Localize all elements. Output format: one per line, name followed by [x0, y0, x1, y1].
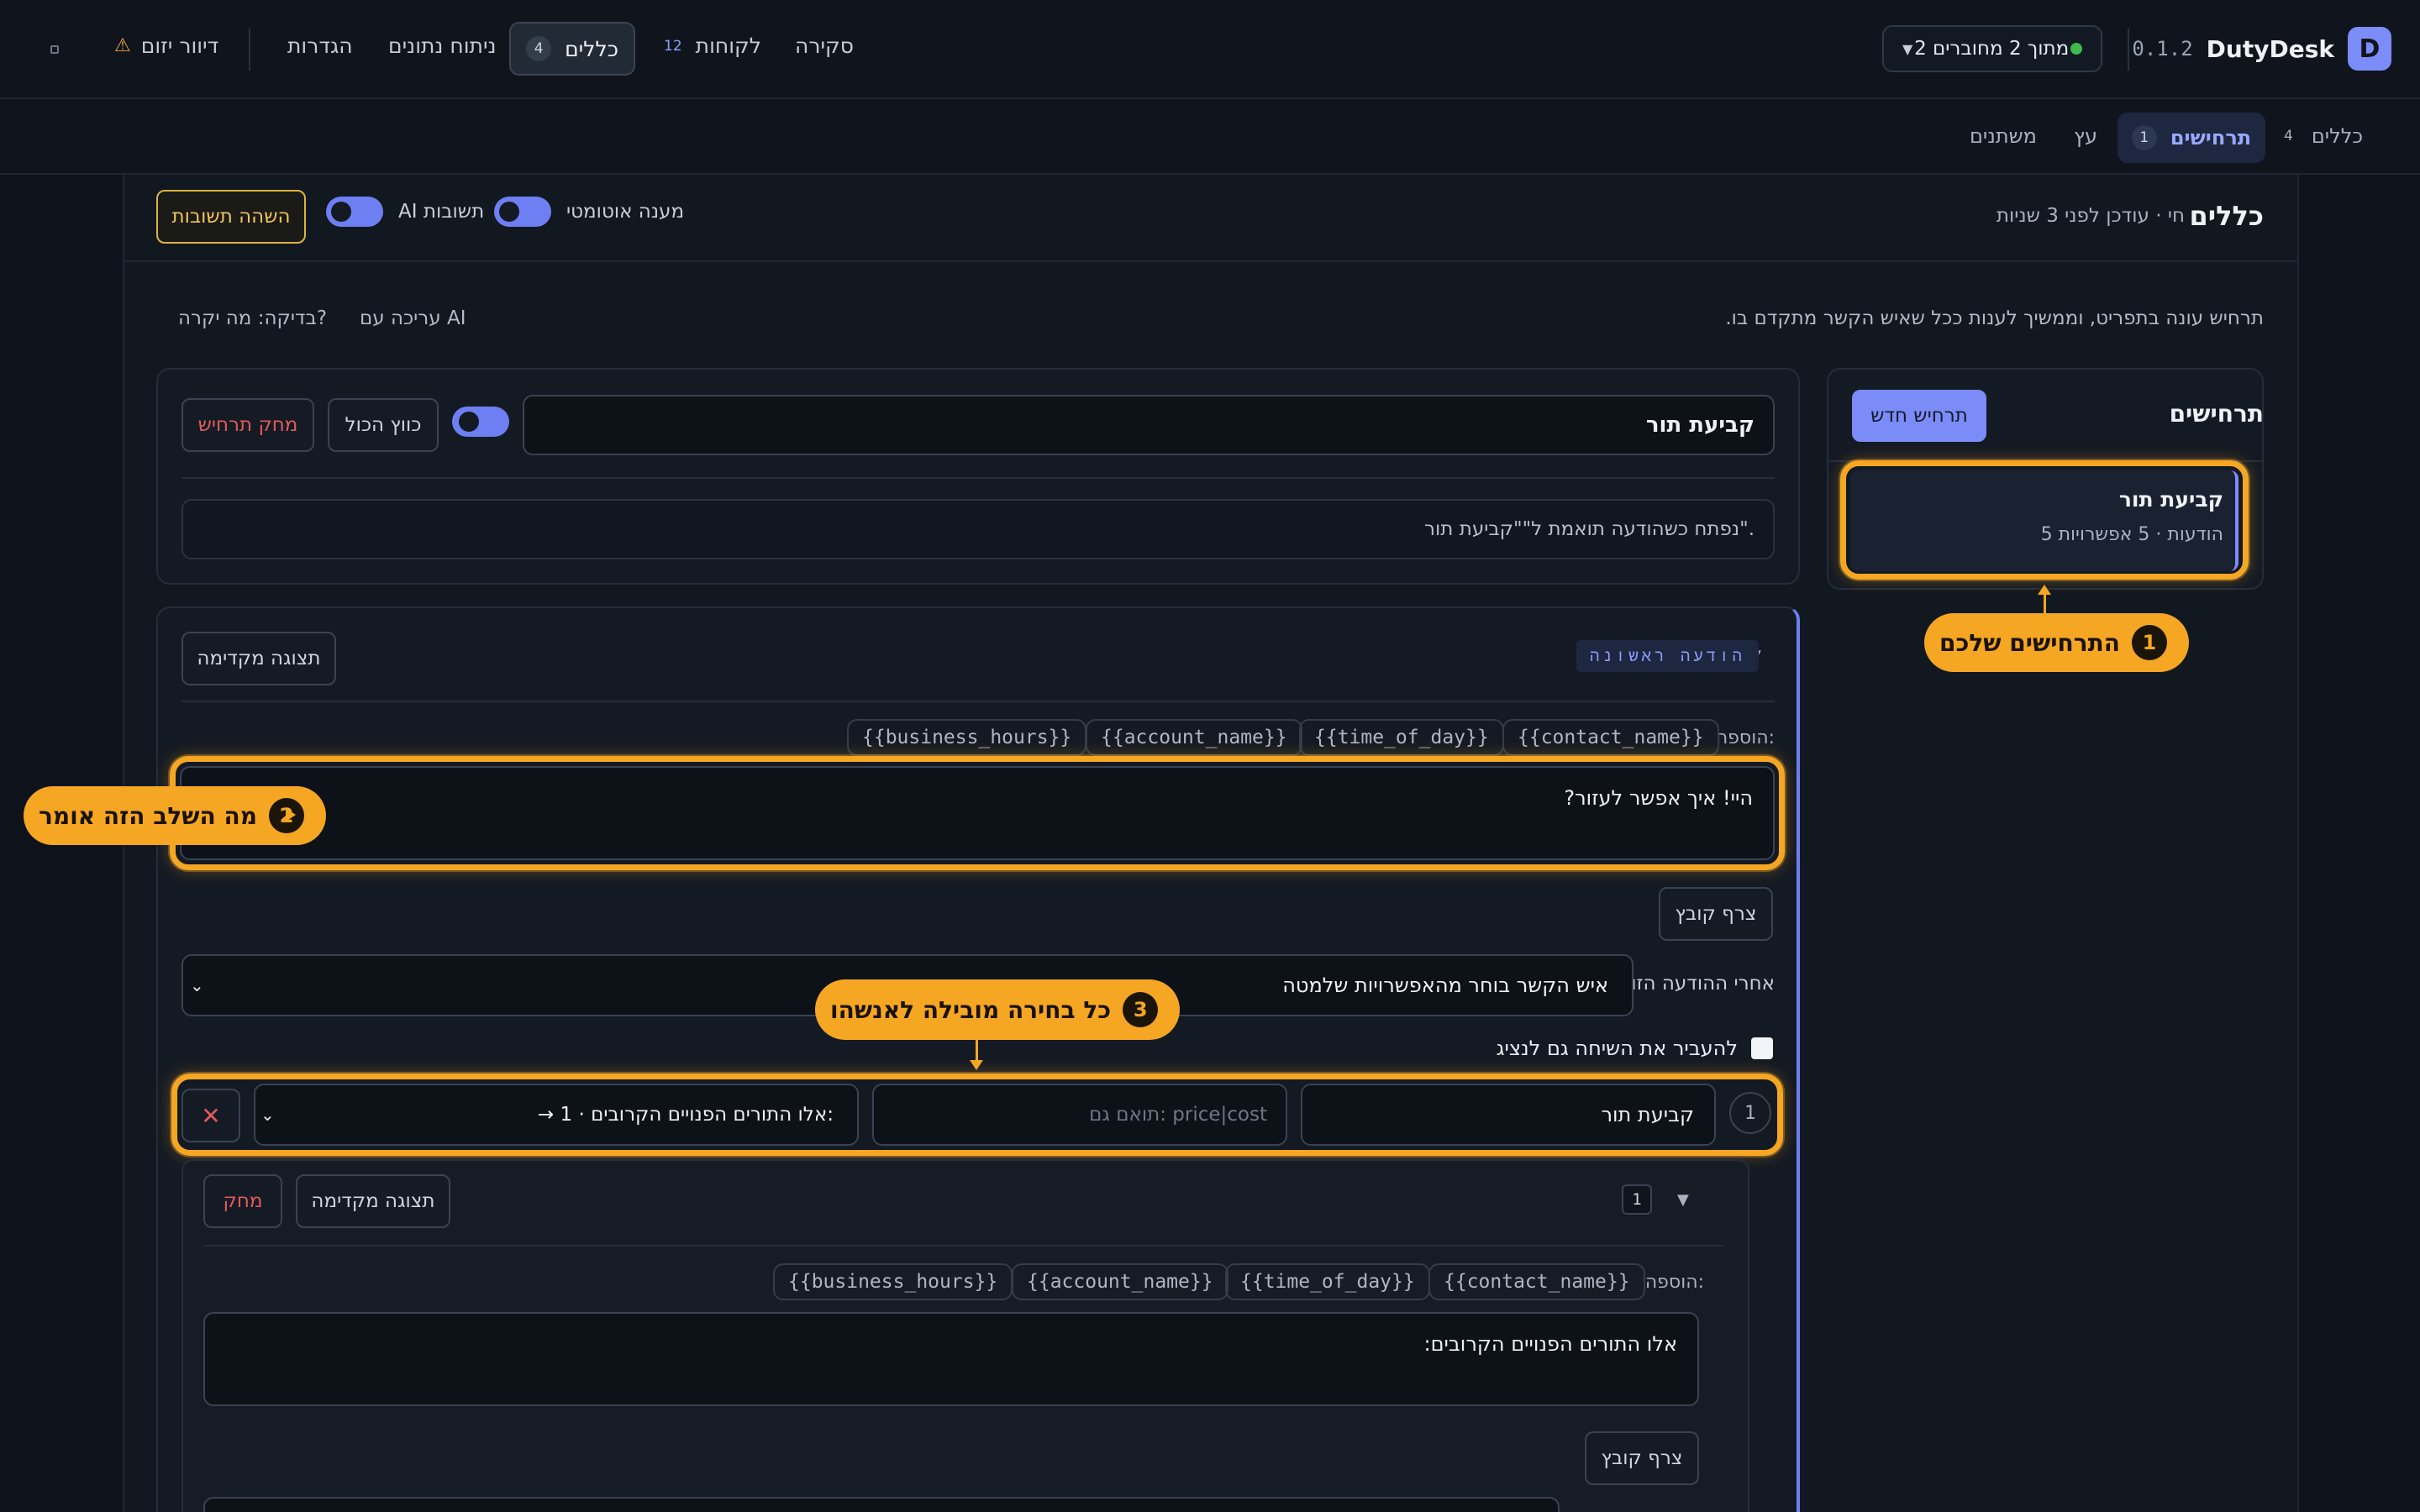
version-label: 0.1.2 [2132, 37, 2193, 60]
panel-header-divider [123, 260, 2299, 262]
step-message-textarea[interactable]: אלו התורים הפנויים הקרובים: [203, 1312, 1699, 1406]
step-attach-file-button[interactable]: צרף קובץ [1585, 1431, 1699, 1485]
window-icon[interactable] [50, 45, 59, 54]
card-divider [182, 701, 1775, 702]
connection-selector[interactable]: ▼ 2 מתוך 2 מחוברים [1882, 25, 2102, 72]
tab-label: כללים [2311, 124, 2364, 148]
scenario-active-toggle[interactable] [452, 407, 509, 437]
transfer-checkbox[interactable] [1751, 1037, 1773, 1059]
auto-reply-label: מענה אוטומטי [566, 201, 685, 223]
variable-chip-time-of-day[interactable]: {{time_of_day}} [1299, 719, 1504, 756]
brand[interactable]: 0.1.2 DutyDesk D [2132, 27, 2391, 71]
step-insert-label: הוספה: [1644, 1272, 1704, 1293]
tab-label: תרחישים [2170, 126, 2252, 150]
delete-scenario-button[interactable]: מחק תרחיש [182, 398, 314, 452]
nav-label: כללים [565, 36, 618, 61]
collapse-icon[interactable]: ▼ [1677, 1191, 1689, 1209]
variable-chip-contact-name[interactable]: {{contact_name}} [1428, 1263, 1645, 1300]
nav-label: דיוור יזום [140, 34, 219, 58]
count-badge: 1 [2131, 125, 2157, 150]
auto-reply-toggle[interactable] [494, 197, 551, 227]
count-badge: 12 [664, 37, 682, 55]
variable-chip-business-hours[interactable]: {{business_hours}} [773, 1263, 1013, 1300]
callout-number: 1 [2131, 625, 2167, 660]
step-divider [203, 1245, 1724, 1247]
variable-chip-account-name[interactable]: {{account_name}} [1012, 1263, 1228, 1300]
first-message-tag: הודעה ראשונה [1576, 640, 1759, 672]
nav-label: לקוחות [695, 34, 761, 58]
transfer-label: להעביר את השיחה גם לנציג [1496, 1037, 1738, 1060]
divider [249, 29, 250, 71]
divider [2128, 29, 2129, 71]
nav-item-overview[interactable]: סקירה [795, 34, 854, 58]
after-select-value: איש הקשר בוחר מהאפשרויות שלמטה [1282, 974, 1608, 997]
after-message-label: אחרי ההודעה הזו [1631, 973, 1775, 995]
insert-label: הוספה: [1715, 727, 1775, 748]
variable-chip-contact-name[interactable]: {{contact_name}} [1502, 719, 1719, 756]
new-scenario-button[interactable]: תרחיש חדש [1852, 390, 1986, 442]
transfer-to-agent-row[interactable]: להעביר את השיחה גם לנציג [1497, 1037, 1773, 1060]
connection-label: 2 מתוך 2 מחוברים [1914, 38, 2070, 60]
panel-description: תרחיש עונה בתפריט, וממשיך לענות ככל שאיש… [1725, 307, 2264, 329]
brand-name: DutyDesk [2206, 34, 2334, 63]
count-badge: 4 [2284, 128, 2293, 144]
page-title: כללים [2189, 200, 2264, 232]
tab-tree[interactable]: עץ [2074, 124, 2097, 148]
step-number-badge: 1 [1622, 1184, 1652, 1215]
trigger-description[interactable]: נפתח כשהודעה תואמת ל""קביעת תור". [182, 499, 1775, 559]
highlight-frame [1840, 460, 2249, 580]
count-badge: 4 [526, 36, 552, 61]
scenario-name-input[interactable]: קביעת תור [523, 395, 1775, 455]
step-message-text: אלו התורים הפנויים הקרובים: [1423, 1332, 1677, 1356]
variable-chip-business-hours[interactable]: {{business_hours}} [847, 719, 1087, 756]
nav-item-settings[interactable]: הגדרות [287, 34, 353, 58]
scenario-name-value: קביעת תור [1645, 412, 1754, 438]
nav-item-customers[interactable]: לקוחות 12 [664, 34, 761, 58]
callout-scenarios: 1 התרחישים שלכם [1924, 613, 2189, 672]
callout-arrow-head [970, 1060, 983, 1070]
callout-arrow-head [2038, 585, 2051, 595]
variable-chip-time-of-day[interactable]: {{time_of_day}} [1225, 1263, 1430, 1300]
trigger-text: נפתח כשהודעה תואמת ל""קביעת תור". [1424, 518, 1754, 540]
variable-chip-account-name[interactable]: {{account_name}} [1086, 719, 1302, 756]
test-link[interactable]: בדיקה: מה יקרה? [178, 307, 327, 329]
collapse-all-button[interactable]: כווץ הכול [328, 398, 439, 452]
warning-icon: ⚠ [114, 35, 131, 56]
ai-answers-label: תשובות AI [398, 201, 485, 223]
ai-answers-toggle-group[interactable]: תשובות AI [326, 197, 484, 227]
subtab-bar [0, 99, 2420, 175]
callout-text: מה השלב הזה אומר [39, 801, 258, 830]
callout-text: התרחישים שלכם [1939, 628, 2120, 657]
nav-item-analytics[interactable]: ניתוח נתונים [388, 34, 497, 58]
delete-step-button[interactable]: מחק [203, 1174, 282, 1228]
nav-item-rules[interactable]: כללים 4 [509, 22, 635, 76]
chevron-down-icon: ⌄ [190, 975, 204, 995]
callout-text: כל בחירה מובילה לאנשהו [830, 995, 1112, 1024]
step-preview-button[interactable]: תצוגה מקדימה [296, 1174, 450, 1228]
attach-file-button[interactable]: צרף קובץ [1659, 887, 1773, 941]
highlight-frame [171, 1074, 1783, 1156]
tab-rules[interactable]: כללים 4 [2284, 124, 2363, 148]
nav-item-outreach[interactable]: דיוור יזום ⚠ [114, 34, 218, 58]
preview-button[interactable]: תצוגה מקדימה [182, 632, 336, 685]
chevron-down-icon: ▼ [1902, 40, 1913, 57]
callout-option-routing: כל בחירה מובילה לאנשהו 3 [815, 979, 1181, 1040]
highlight-frame [170, 756, 1785, 870]
auto-reply-toggle-group[interactable]: מענה אוטומטי [494, 197, 684, 227]
step-after-select[interactable] [203, 1497, 1560, 1512]
callout-arrow-head [286, 808, 296, 822]
edit-with-ai-link[interactable]: עריכה עם AI [360, 307, 466, 329]
live-status: חי · עודכן לפני 3 שניות [1996, 205, 2185, 227]
editor-divider [182, 477, 1775, 479]
scenarios-title: תרחישים [2169, 400, 2264, 428]
tab-variables[interactable]: משתנים [1970, 124, 2037, 148]
callout-number: 3 [1123, 992, 1159, 1027]
status-dot-icon [2070, 43, 2082, 55]
ai-answers-toggle[interactable] [326, 197, 383, 227]
pause-replies-button[interactable]: השהה תשובות [156, 190, 306, 244]
callout-step-message: מה השלב הזה אומר 2 [24, 786, 327, 845]
logo-icon: D [2348, 27, 2391, 71]
tab-scenarios[interactable]: תרחישים 1 [2118, 113, 2265, 163]
